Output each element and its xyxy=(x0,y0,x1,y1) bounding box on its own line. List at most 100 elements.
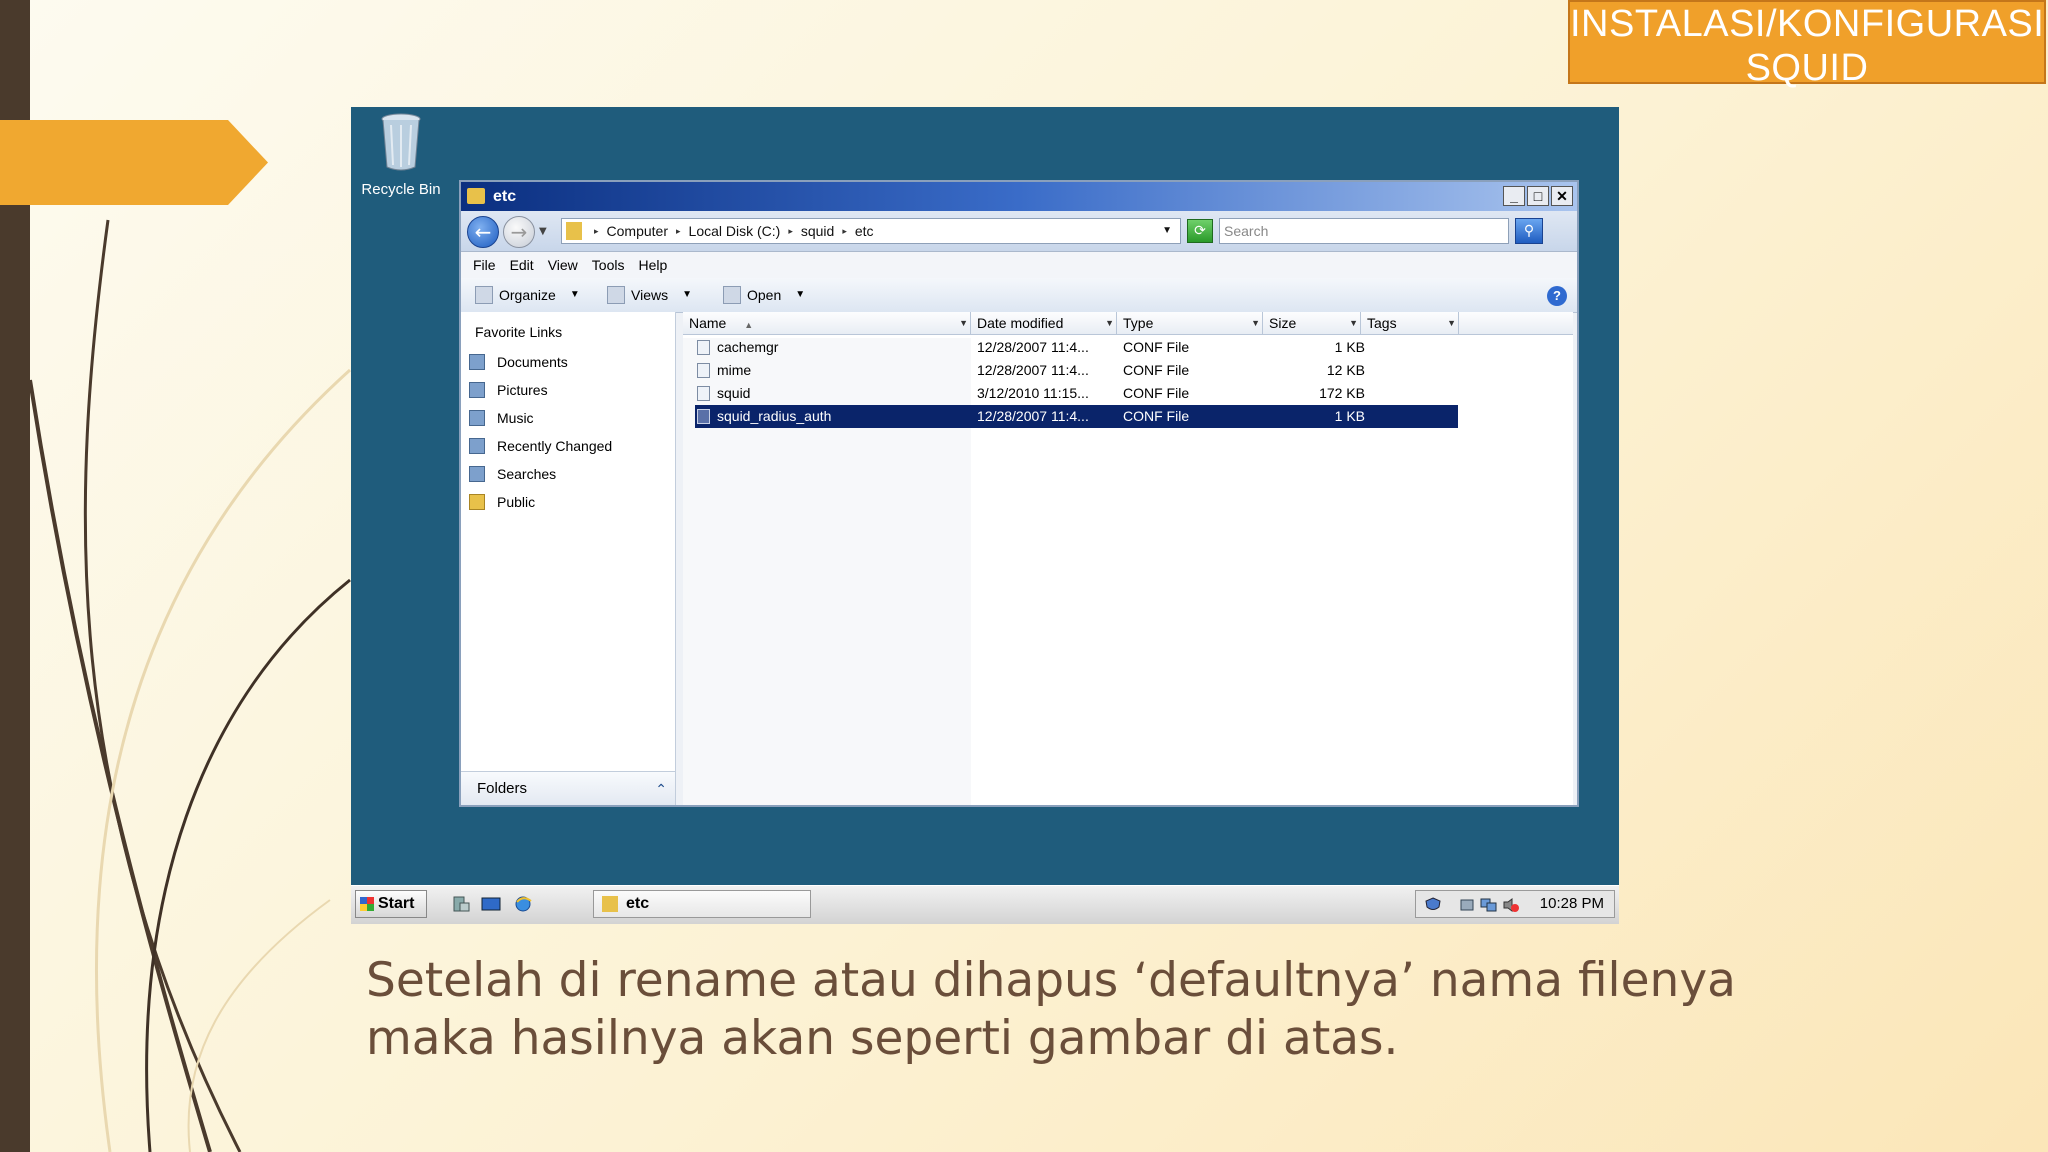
breadcrumb-etc[interactable]: etc xyxy=(855,219,874,243)
file-name: squid xyxy=(717,385,751,401)
back-button[interactable]: ← xyxy=(467,216,499,248)
chevron-down-icon: ▼ xyxy=(569,289,580,300)
security-shield-icon[interactable] xyxy=(1424,897,1442,913)
column-filter-dropdown[interactable]: ▼ xyxy=(1251,312,1260,334)
recent-pages-dropdown[interactable]: ▼ xyxy=(539,226,547,237)
forward-button[interactable]: → xyxy=(503,216,535,248)
explorer-body: Favorite Links Documents Pictures Music … xyxy=(461,312,1577,805)
command-toolbar: Organize ▼ Views ▼ Open ▼ ? xyxy=(461,278,1577,313)
folders-toggle[interactable]: Folders ⌃ xyxy=(461,771,675,805)
file-size: 1 KB xyxy=(1334,339,1365,355)
breadcrumb-squid[interactable]: squid xyxy=(801,219,834,243)
window-title: etc xyxy=(493,188,517,205)
nav-item-music[interactable]: Music xyxy=(461,404,675,432)
caption-line-2: maka hasilnya akan seperti gambar di ata… xyxy=(366,1011,1399,1066)
column-filter-dropdown[interactable]: ▼ xyxy=(959,312,968,334)
window-titlebar[interactable]: etc _ □ ✕ xyxy=(461,182,1577,211)
help-icon[interactable]: ? xyxy=(1547,286,1567,306)
menu-file[interactable]: File xyxy=(469,252,506,278)
conf-file-icon xyxy=(697,363,710,378)
search-input[interactable]: Search xyxy=(1219,218,1509,244)
searches-icon xyxy=(469,466,485,482)
file-date: 12/28/2007 11:4... xyxy=(977,339,1089,355)
column-filter-dropdown[interactable]: ▼ xyxy=(1105,312,1114,334)
taskbar: Start etc 10:28 PM xyxy=(351,885,1619,924)
column-header-date-modified[interactable]: Date modified ▼ xyxy=(971,312,1117,334)
menu-view[interactable]: View xyxy=(544,252,588,278)
breadcrumb-local-disk[interactable]: Local Disk (C:) xyxy=(689,219,781,243)
desktop: Recycle Bin etc _ □ ✕ ← → ▼ ▸ Computer ▸… xyxy=(351,107,1619,885)
show-desktop-icon[interactable] xyxy=(481,895,501,913)
favorite-links-header: Favorite Links xyxy=(475,324,563,340)
music-icon xyxy=(469,410,485,426)
internet-explorer-icon[interactable] xyxy=(513,895,533,913)
folder-icon xyxy=(469,494,485,510)
menu-tools[interactable]: Tools xyxy=(588,252,635,278)
address-bar-row: ← → ▼ ▸ Computer ▸ Local Disk (C:) ▸ squ… xyxy=(461,211,1577,252)
file-date: 3/12/2010 11:15... xyxy=(977,385,1089,401)
nav-item-label: Searches xyxy=(497,466,557,482)
recycle-bin[interactable]: Recycle Bin xyxy=(361,107,441,198)
network-icon[interactable] xyxy=(1480,897,1498,913)
nav-item-label: Public xyxy=(497,494,536,510)
nav-item-searches[interactable]: Searches xyxy=(461,460,675,488)
views-button[interactable]: Views ▼ xyxy=(607,278,692,312)
file-row-mime[interactable]: mime 12/28/2007 11:4... CONF File 12 KB xyxy=(683,359,1458,382)
folder-icon xyxy=(467,188,485,204)
column-label: Type xyxy=(1123,315,1154,331)
views-label: Views xyxy=(631,287,669,303)
conf-file-icon xyxy=(697,409,710,424)
slide-caption: Setelah di rename atau dihapus ‘defaultn… xyxy=(366,952,2026,1068)
file-type: CONF File xyxy=(1123,385,1190,401)
open-button[interactable]: Open ▼ xyxy=(723,278,805,312)
conf-file-icon xyxy=(697,340,710,355)
start-button[interactable]: Start xyxy=(355,890,427,918)
file-date: 12/28/2007 11:4... xyxy=(977,362,1089,378)
breadcrumb-computer[interactable]: Computer xyxy=(607,219,668,243)
file-row-squid-radius-auth[interactable]: squid_radius_auth 12/28/2007 11:4... CON… xyxy=(695,405,1458,428)
taskbar-item-etc[interactable]: etc xyxy=(593,890,811,918)
column-filter-dropdown[interactable]: ▼ xyxy=(1349,312,1358,334)
refresh-button[interactable]: ⟳ xyxy=(1187,219,1213,243)
menu-edit[interactable]: Edit xyxy=(506,252,544,278)
nav-item-label: Music xyxy=(497,410,534,426)
server-manager-icon[interactable] xyxy=(451,895,471,913)
address-field[interactable]: ▸ Computer ▸ Local Disk (C:) ▸ squid ▸ e… xyxy=(561,218,1181,244)
address-dropdown-icon[interactable]: ▼ xyxy=(1162,219,1172,243)
system-tray: 10:28 PM xyxy=(1415,890,1615,918)
search-button[interactable]: ⚲ xyxy=(1515,218,1543,244)
column-label: Name xyxy=(689,315,727,331)
pictures-icon xyxy=(469,382,485,398)
open-label: Open xyxy=(747,287,782,303)
column-header-name[interactable]: Name ▲ ▼ xyxy=(683,312,971,334)
volume-muted-icon[interactable] xyxy=(1502,897,1520,913)
column-filter-dropdown[interactable]: ▼ xyxy=(1447,312,1456,334)
organize-button[interactable]: Organize ▼ xyxy=(475,278,580,312)
column-header-size[interactable]: Size ▼ xyxy=(1263,312,1361,334)
nav-item-public[interactable]: Public xyxy=(461,488,675,516)
column-header-type[interactable]: Type ▼ xyxy=(1117,312,1263,334)
clock[interactable]: 10:28 PM xyxy=(1540,891,1604,917)
safely-remove-hardware-icon[interactable] xyxy=(1458,897,1476,913)
file-row-squid[interactable]: squid 3/12/2010 11:15... CONF File 172 K… xyxy=(683,382,1458,405)
nav-item-documents[interactable]: Documents xyxy=(461,348,675,376)
nav-item-pictures[interactable]: Pictures xyxy=(461,376,675,404)
close-button[interactable]: ✕ xyxy=(1551,186,1573,206)
file-size: 12 KB xyxy=(1326,362,1365,378)
folder-icon xyxy=(602,896,618,912)
minimize-button[interactable]: _ xyxy=(1503,186,1525,206)
documents-icon xyxy=(469,354,485,370)
file-name: cachemgr xyxy=(717,339,779,355)
column-label: Date modified xyxy=(977,315,1064,331)
file-row-cachemgr[interactable]: cachemgr 12/28/2007 11:4... CONF File 1 … xyxy=(683,336,1458,359)
nav-item-recently-changed[interactable]: Recently Changed xyxy=(461,432,675,460)
file-date: 12/28/2007 11:4... xyxy=(977,408,1089,424)
maximize-button[interactable]: □ xyxy=(1527,186,1549,206)
nav-item-label: Recently Changed xyxy=(497,438,613,454)
recently-changed-icon xyxy=(469,438,485,454)
menu-help[interactable]: Help xyxy=(634,252,677,278)
file-type: CONF File xyxy=(1123,362,1190,378)
folder-icon xyxy=(566,222,582,240)
column-header-tags[interactable]: Tags ▼ xyxy=(1361,312,1459,334)
chevron-down-icon: ▼ xyxy=(682,289,692,300)
